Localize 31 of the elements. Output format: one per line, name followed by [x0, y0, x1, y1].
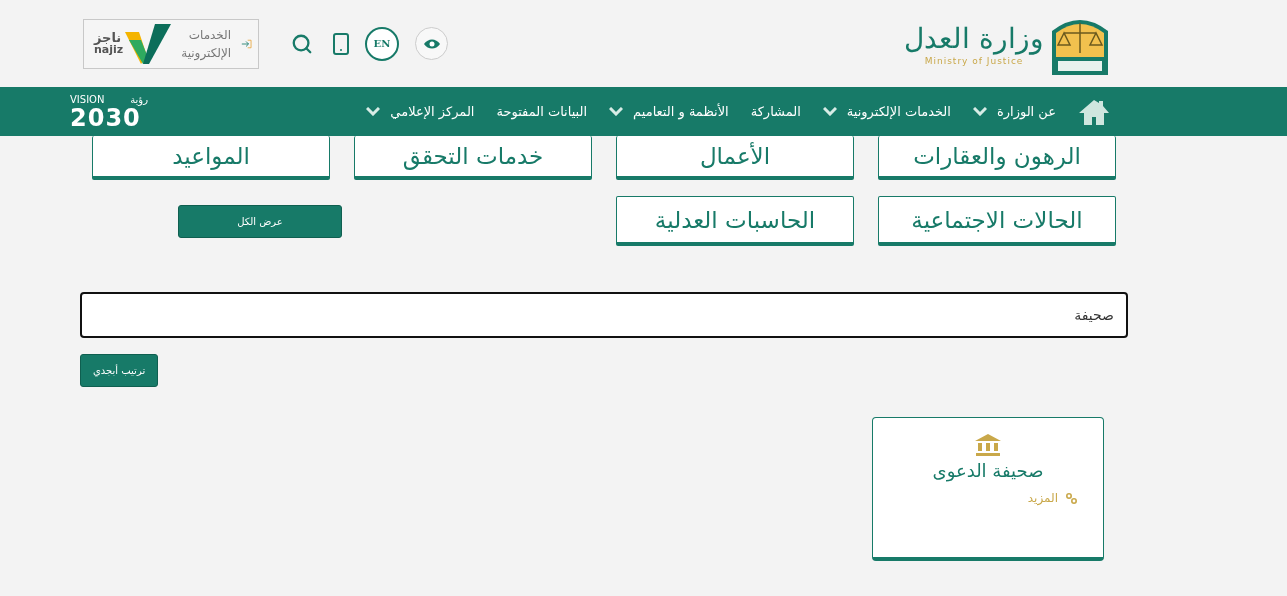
language-button[interactable]: EN [365, 26, 399, 61]
card-title: صحيفة الدعوى [932, 460, 1044, 481]
link-icon [1066, 492, 1077, 504]
nav-menu-item[interactable]: الخدمات الإلكترونية [822, 104, 951, 119]
najiz-arabic-text: ناجز [94, 31, 123, 44]
chevron-down-icon [366, 107, 381, 116]
accessibility-eye-button[interactable] [415, 27, 448, 60]
checkmark-logo-icon [125, 23, 172, 64]
category-button[interactable]: الرهون والعقارات [878, 136, 1116, 180]
search-field[interactable]: صحيفة [80, 292, 1128, 338]
nav-menu-item[interactable]: المشاركة [750, 104, 801, 119]
landmark-icon [975, 434, 1001, 456]
view-all-button[interactable]: عرض الكل [178, 204, 342, 238]
category-button[interactable]: الحاسبات العدلية [616, 196, 854, 246]
home-icon[interactable] [1078, 98, 1110, 125]
chevron-down-icon [609, 107, 624, 116]
category-button[interactable]: المواعيد [92, 136, 330, 180]
category-button[interactable]: الأعمال [616, 136, 854, 180]
nav-menu-item[interactable]: الأنظمة و التعاميم [609, 104, 729, 119]
ministry-logo-arabic: وزارة العدل [904, 21, 1044, 56]
chevron-down-icon [822, 107, 837, 116]
chevron-down-icon [972, 107, 987, 116]
nav-menu-item[interactable]: عن الوزارة [972, 104, 1056, 119]
category-button[interactable]: خدمات التحقق [354, 136, 592, 180]
sort-alphabetical-button[interactable]: ترتيب أبجدي [80, 354, 159, 387]
nav-menu-item[interactable]: المركز الإعلامي [366, 104, 475, 119]
category-button[interactable]: الحالات الاجتماعية [878, 196, 1116, 246]
nav-menu-item[interactable]: البيانات المفتوحة [496, 104, 588, 119]
ministry-logo-english: Ministry of Justice [924, 55, 1024, 66]
search-icon[interactable] [291, 32, 313, 55]
eye-icon [423, 38, 440, 49]
